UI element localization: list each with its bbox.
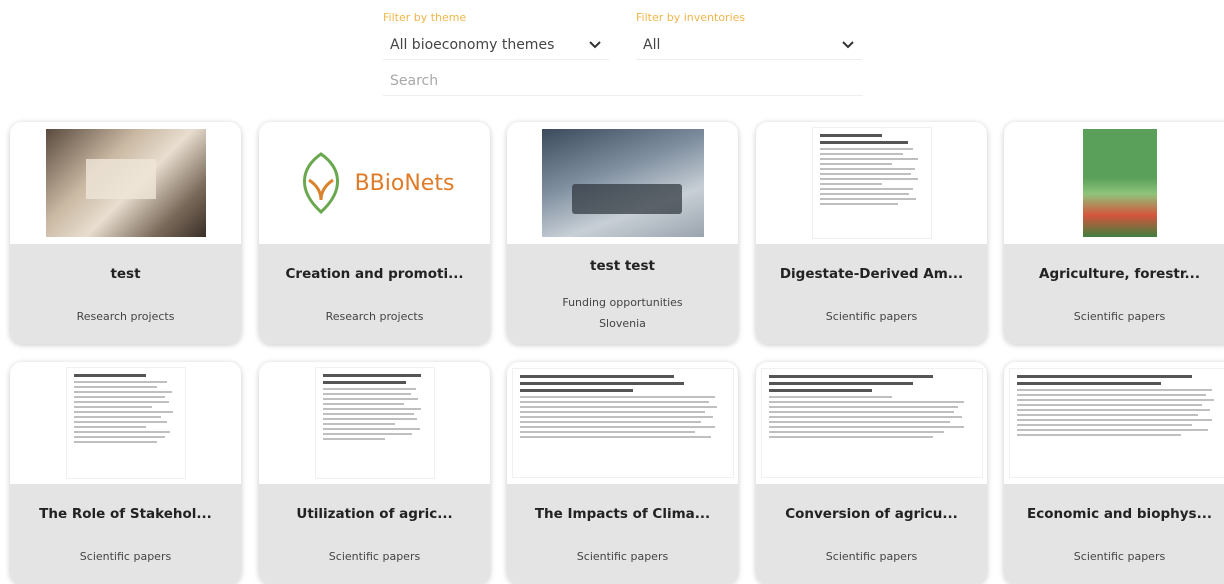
theme-filter-label: Filter by theme: [383, 10, 609, 26]
card-thumbnail: [507, 362, 738, 484]
card-category: Scientific papers: [756, 550, 987, 563]
paper-page: [66, 367, 186, 479]
card-category: Scientific papers: [1004, 310, 1224, 323]
card-item[interactable]: Digestate-Derived Am... Scientific paper…: [756, 122, 987, 344]
card-thumbnail: [756, 362, 987, 484]
chevron-down-icon: [840, 37, 856, 53]
filter-bar: Filter by theme All bioeconomy themes Fi…: [383, 10, 863, 96]
card-category: Scientific papers: [507, 550, 738, 563]
card-category: Funding opportunities: [507, 296, 738, 309]
card-location: Slovenia: [507, 317, 738, 330]
card-category: Scientific papers: [259, 550, 490, 563]
card-title: The Role of Stakehol...: [10, 506, 241, 522]
paper-page: [812, 127, 932, 239]
card-title: Utilization of agric...: [259, 506, 490, 522]
card-thumbnail: [1004, 362, 1224, 484]
card-category: Research projects: [259, 310, 490, 323]
theme-select-value: All bioeconomy themes: [390, 37, 554, 53]
map-photo: [46, 129, 206, 237]
card-title: The Impacts of Clima...: [507, 506, 738, 522]
card-item[interactable]: Agriculture, forestr... Scientific paper…: [1004, 122, 1224, 344]
logo-text: BBioNets: [355, 171, 455, 196]
card-thumbnail: [1004, 122, 1224, 244]
card-item[interactable]: The Role of Stakehol... Scientific paper…: [10, 362, 241, 584]
card-thumbnail: BBioNets: [259, 122, 490, 244]
paper-page: [315, 367, 435, 479]
card-item[interactable]: test test Funding opportunities Slovenia: [507, 122, 738, 344]
card-title: Creation and promoti...: [259, 266, 490, 282]
paper-page: [761, 368, 983, 478]
card-category: Scientific papers: [1004, 550, 1224, 563]
card-title: test: [10, 266, 241, 282]
card-category: Research projects: [10, 310, 241, 323]
card-thumbnail: [756, 122, 987, 244]
bbionets-logo: BBioNets: [295, 150, 455, 216]
card-title: Digestate-Derived Am...: [756, 266, 987, 282]
card-title: test test: [507, 258, 738, 274]
card-category: Scientific papers: [756, 310, 987, 323]
leaf-icon: [295, 150, 347, 216]
card-item[interactable]: Conversion of agricu... Scientific paper…: [756, 362, 987, 584]
theme-select[interactable]: All bioeconomy themes: [383, 30, 609, 60]
search-input[interactable]: Search: [383, 70, 863, 96]
card-item[interactable]: The Impacts of Clima... Scientific paper…: [507, 362, 738, 584]
card-thumbnail: [10, 122, 241, 244]
card-title: Conversion of agricu...: [756, 506, 987, 522]
card-title: Economic and biophys...: [1004, 506, 1224, 522]
inventory-filter: Filter by inventories All: [636, 10, 862, 60]
card-item[interactable]: test Research projects: [10, 122, 241, 344]
paper-page: [1009, 368, 1224, 478]
card-item[interactable]: Utilization of agric... Scientific paper…: [259, 362, 490, 584]
inventory-filter-label: Filter by inventories: [636, 10, 862, 26]
chevron-down-icon: [587, 37, 603, 53]
card-item[interactable]: Economic and biophys... Scientific paper…: [1004, 362, 1224, 584]
card-item[interactable]: BBioNets Creation and promoti... Researc…: [259, 122, 490, 344]
card-thumbnail: [10, 362, 241, 484]
card-category: Scientific papers: [10, 550, 241, 563]
paper-page: [512, 368, 734, 478]
laptop-photo: [542, 129, 704, 237]
report-cover: [1083, 129, 1157, 237]
card-thumbnail: [507, 122, 738, 244]
card-thumbnail: [259, 362, 490, 484]
inventory-select-value: All: [643, 37, 660, 53]
theme-filter: Filter by theme All bioeconomy themes: [383, 10, 609, 60]
card-title: Agriculture, forestr...: [1004, 266, 1224, 282]
inventory-select[interactable]: All: [636, 30, 862, 60]
